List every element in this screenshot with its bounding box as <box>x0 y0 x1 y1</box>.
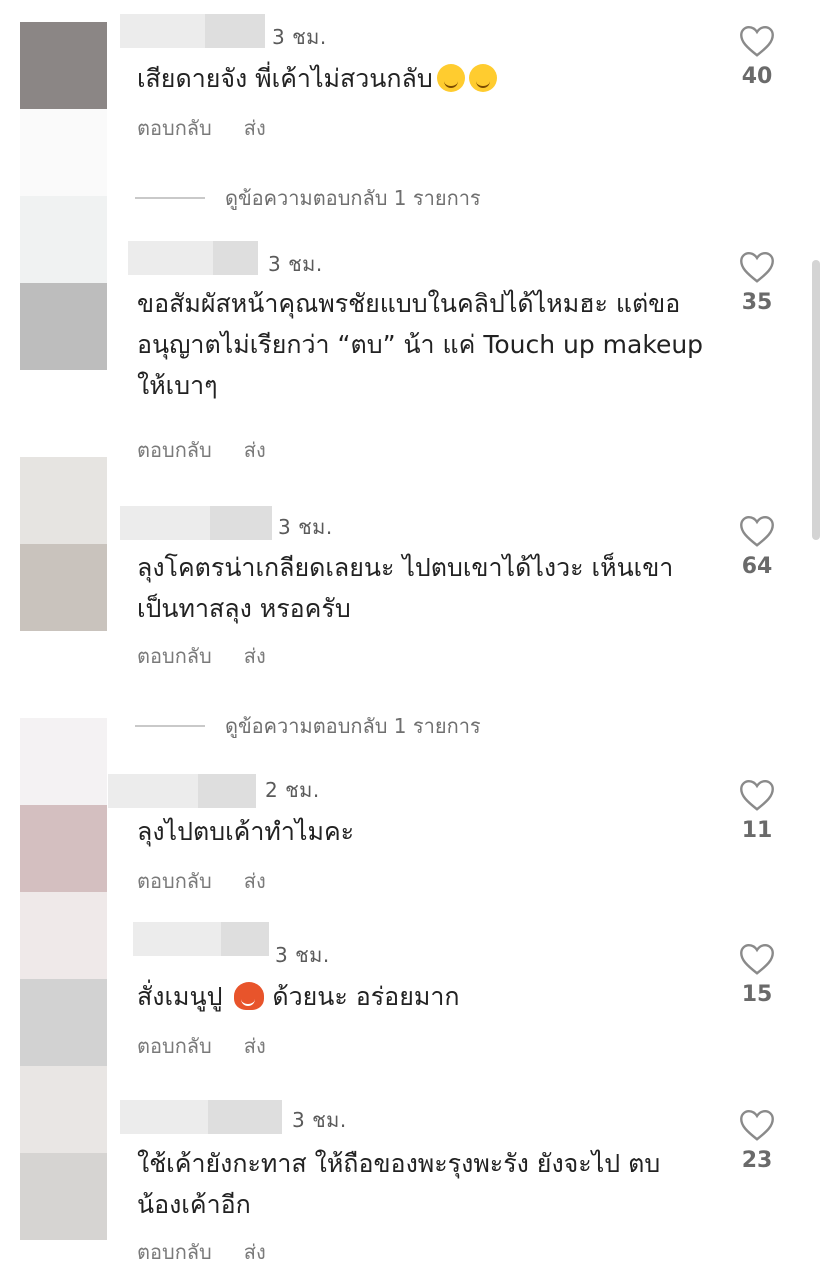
comment-time: 3 ชม. <box>292 1108 347 1132</box>
send-button[interactable]: ส่ง <box>244 1034 266 1058</box>
heart-icon <box>740 515 774 547</box>
comment-actions: ตอบกลับ ส่ง <box>137 434 298 466</box>
like-button[interactable]: 40 <box>735 24 779 89</box>
heart-icon <box>740 779 774 811</box>
divider <box>135 197 205 199</box>
like-count: 64 <box>741 554 773 579</box>
send-button[interactable]: ส่ง <box>244 1240 266 1264</box>
avatar[interactable] <box>20 22 107 109</box>
avatar-bg <box>20 718 107 805</box>
send-button[interactable]: ส่ง <box>244 438 266 462</box>
heart-icon <box>740 1109 774 1141</box>
username-redacted[interactable] <box>133 922 269 956</box>
avatar-bg <box>20 1066 107 1153</box>
username-redacted[interactable] <box>128 241 258 275</box>
avatar[interactable] <box>20 805 107 892</box>
avatar[interactable] <box>20 979 107 1066</box>
scrollbar[interactable] <box>812 260 820 540</box>
comment-time: 3 ชม. <box>278 515 333 539</box>
avatar[interactable] <box>20 283 107 370</box>
comment-text: ลุงโคตรน่าเกลียดเลยนะ ไปตบเขาได้ไงวะ เห็… <box>137 553 674 623</box>
like-button[interactable]: 64 <box>735 514 779 579</box>
comment-actions: ตอบกลับ ส่ง <box>137 640 298 672</box>
comment-text: เสียดายจัง พี่เค้าไม่สวนกลับ <box>137 58 712 99</box>
comment-time: 3 ชม. <box>268 252 323 276</box>
reply-button[interactable]: ตอบกลับ <box>137 869 212 893</box>
comment-text: สั่งเมนูปู ด้วยนะ อร่อยมาก <box>137 982 460 1011</box>
heart-icon <box>740 251 774 283</box>
like-button[interactable]: 11 <box>735 778 779 843</box>
username-redacted[interactable] <box>120 1100 282 1134</box>
send-button[interactable]: ส่ง <box>244 869 266 893</box>
comment-actions: ตอบกลับ ส่ง <box>137 1030 298 1062</box>
reply-button[interactable]: ตอบกลับ <box>137 644 212 668</box>
heart-icon <box>740 25 774 57</box>
comment-actions: ตอบกลับ ส่ง <box>137 865 298 897</box>
like-count: 35 <box>741 290 773 315</box>
like-button[interactable]: 35 <box>735 250 779 315</box>
view-replies-link[interactable]: ดูข้อความตอบกลับ 1 รายการ <box>135 182 481 214</box>
comment-time: 3 ชม. <box>272 25 327 49</box>
crab-icon <box>234 982 265 1010</box>
comment-actions: ตอบกลับ ส่ง <box>137 1236 298 1268</box>
avatar-bg <box>20 892 107 979</box>
avatar-bg <box>20 109 107 196</box>
reply-button[interactable]: ตอบกลับ <box>137 1034 212 1058</box>
comment-time: 3 ชม. <box>275 943 330 967</box>
like-count: 15 <box>741 982 773 1007</box>
like-count: 11 <box>741 818 773 843</box>
heart-icon <box>740 943 774 975</box>
username-redacted[interactable] <box>120 14 265 48</box>
avatar-bg <box>20 196 107 283</box>
avatar-bg <box>20 457 107 544</box>
comment-text: ลุงไปตบเค้าทำไมคะ <box>137 817 355 846</box>
like-button[interactable]: 15 <box>735 942 779 1007</box>
comment-text: ขอสัมผัสหน้าคุณพรชัยแบบในคลิปได้ไหมฮะ แต… <box>137 289 704 400</box>
crying-face-icon <box>468 64 497 92</box>
avatar[interactable] <box>20 544 107 631</box>
reply-button[interactable]: ตอบกลับ <box>137 1240 212 1264</box>
send-button[interactable]: ส่ง <box>244 116 266 140</box>
like-count: 40 <box>741 64 773 89</box>
like-button[interactable]: 23 <box>735 1108 779 1173</box>
comment-text: ใช้เค้ายังกะทาส ให้ถือของพะรุงพะรัง ยังจ… <box>137 1149 661 1219</box>
reply-button[interactable]: ตอบกลับ <box>137 116 212 140</box>
avatar[interactable] <box>20 1153 107 1240</box>
send-button[interactable]: ส่ง <box>244 644 266 668</box>
username-redacted[interactable] <box>120 506 272 540</box>
comment-time: 2 ชม. <box>265 778 320 802</box>
like-count: 23 <box>741 1148 773 1173</box>
divider <box>135 725 205 727</box>
comment-actions: ตอบกลับ ส่ง <box>137 112 298 144</box>
view-replies-link[interactable]: ดูข้อความตอบกลับ 1 รายการ <box>135 710 481 742</box>
crying-face-icon <box>436 64 465 92</box>
reply-button[interactable]: ตอบกลับ <box>137 438 212 462</box>
username-redacted[interactable] <box>108 774 256 808</box>
